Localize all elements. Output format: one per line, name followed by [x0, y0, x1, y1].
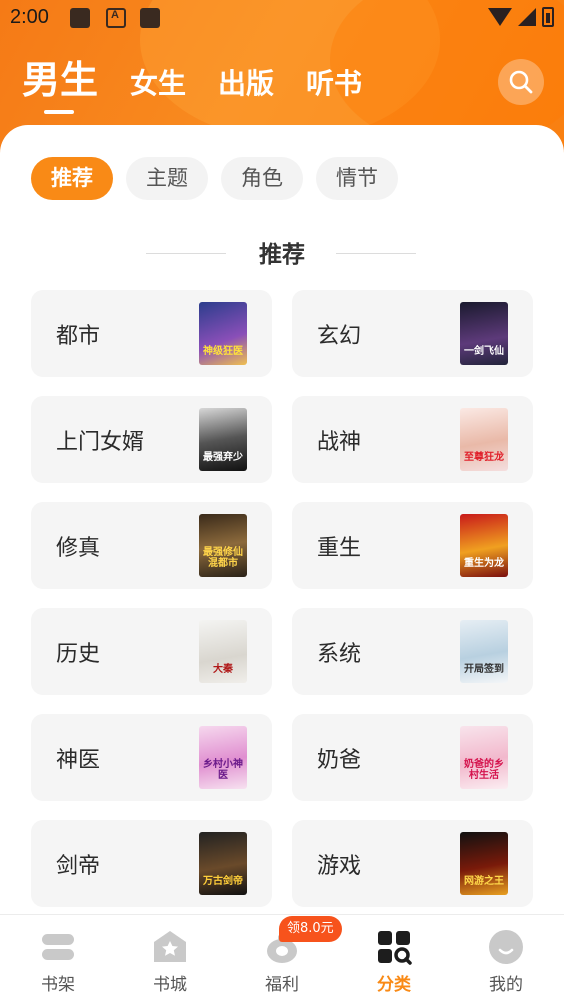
profile-icon	[489, 930, 523, 964]
section-heading: 推荐	[0, 235, 564, 269]
category-card[interactable]: 游戏 网游之王	[292, 820, 533, 907]
star-house-icon	[154, 931, 186, 962]
welfare-badge: 领8.0元	[279, 916, 342, 942]
book-cover: 神级狂医	[199, 302, 247, 365]
nav-category[interactable]: 分类	[338, 915, 450, 1002]
category-label: 系统	[317, 642, 362, 667]
chip-plot[interactable]: 情节	[316, 157, 398, 200]
section-title: 推荐	[259, 242, 305, 268]
category-label: 玄幻	[317, 324, 362, 349]
category-card[interactable]: 系统 开局签到	[292, 608, 533, 695]
book-cover: 大秦	[199, 620, 247, 683]
category-card[interactable]: 奶爸 奶爸的乡村生活	[292, 714, 533, 801]
category-card[interactable]: 上门女婿 最强弃少	[31, 396, 272, 483]
notification-icon	[70, 8, 90, 28]
tab-audiobook[interactable]: 听书	[306, 64, 362, 104]
divider	[146, 253, 226, 254]
book-cover: 至尊狂龙	[460, 408, 508, 471]
category-grid-icon	[378, 931, 412, 965]
book-cover: 网游之王	[460, 832, 508, 895]
category-label: 剑帝	[56, 854, 101, 879]
chip-role[interactable]: 角色	[221, 157, 303, 200]
category-label: 历史	[56, 642, 101, 667]
nav-profile[interactable]: 我的	[450, 915, 562, 1002]
category-label: 战神	[317, 430, 362, 455]
nav-label: 分类	[377, 975, 411, 995]
category-card[interactable]: 都市 神级狂医	[31, 290, 272, 377]
category-label: 修真	[56, 536, 101, 561]
status-time: 2:00	[10, 6, 49, 28]
category-label: 神医	[56, 748, 101, 773]
category-card[interactable]: 剑帝 万古剑帝	[31, 820, 272, 907]
category-panel: 推荐 主题 角色 情节 推荐 都市 神级狂医 玄幻 一剑飞仙 上门女婿 最强弃少…	[0, 125, 564, 915]
category-label: 游戏	[317, 854, 362, 879]
nav-label: 书城	[153, 975, 187, 995]
battery-icon	[542, 7, 554, 27]
book-cover: 万古剑帝	[199, 832, 247, 895]
search-icon	[509, 70, 533, 94]
book-cover: 最强修仙混都市	[199, 514, 247, 577]
gender-tabs: 男生 女生 出版 听书	[22, 56, 394, 114]
nav-label: 书架	[41, 975, 75, 995]
book-cover: 重生为龙	[460, 514, 508, 577]
category-label: 奶爸	[317, 748, 362, 773]
wifi-icon	[488, 8, 512, 26]
book-cover: 奶爸的乡村生活	[460, 726, 508, 789]
status-bar: 2:00 A	[0, 0, 564, 38]
notification-a-icon: A	[106, 8, 126, 28]
bookshelf-icon	[42, 934, 74, 960]
category-card[interactable]: 重生 重生为龙	[292, 502, 533, 589]
tab-publish[interactable]: 出版	[218, 64, 274, 104]
divider	[336, 253, 416, 254]
category-card[interactable]: 修真 最强修仙混都市	[31, 502, 272, 589]
nav-label: 我的	[489, 975, 523, 995]
category-card[interactable]: 玄幻 一剑飞仙	[292, 290, 533, 377]
tab-male[interactable]: 男生	[22, 56, 98, 114]
signal-icon	[518, 8, 536, 26]
chip-recommend[interactable]: 推荐	[31, 157, 113, 200]
book-cover: 开局签到	[460, 620, 508, 683]
book-cover: 一剑飞仙	[460, 302, 508, 365]
nav-bookstore[interactable]: 书城	[114, 915, 226, 1002]
category-card[interactable]: 战神 至尊狂龙	[292, 396, 533, 483]
tab-female[interactable]: 女生	[130, 64, 186, 104]
category-card[interactable]: 历史 大秦	[31, 608, 272, 695]
category-label: 重生	[317, 536, 362, 561]
book-cover: 乡村小神医	[199, 726, 247, 789]
category-label: 上门女婿	[56, 430, 145, 455]
book-cover: 最强弃少	[199, 408, 247, 471]
nav-bookshelf[interactable]: 书架	[2, 915, 114, 1002]
search-button[interactable]	[498, 59, 544, 105]
category-label: 都市	[56, 324, 101, 349]
chip-theme[interactable]: 主题	[126, 157, 208, 200]
category-card[interactable]: 神医 乡村小神医	[31, 714, 272, 801]
notification-icon	[140, 8, 160, 28]
nav-label: 福利	[265, 975, 299, 995]
filter-chips: 推荐 主题 角色 情节	[31, 157, 398, 200]
